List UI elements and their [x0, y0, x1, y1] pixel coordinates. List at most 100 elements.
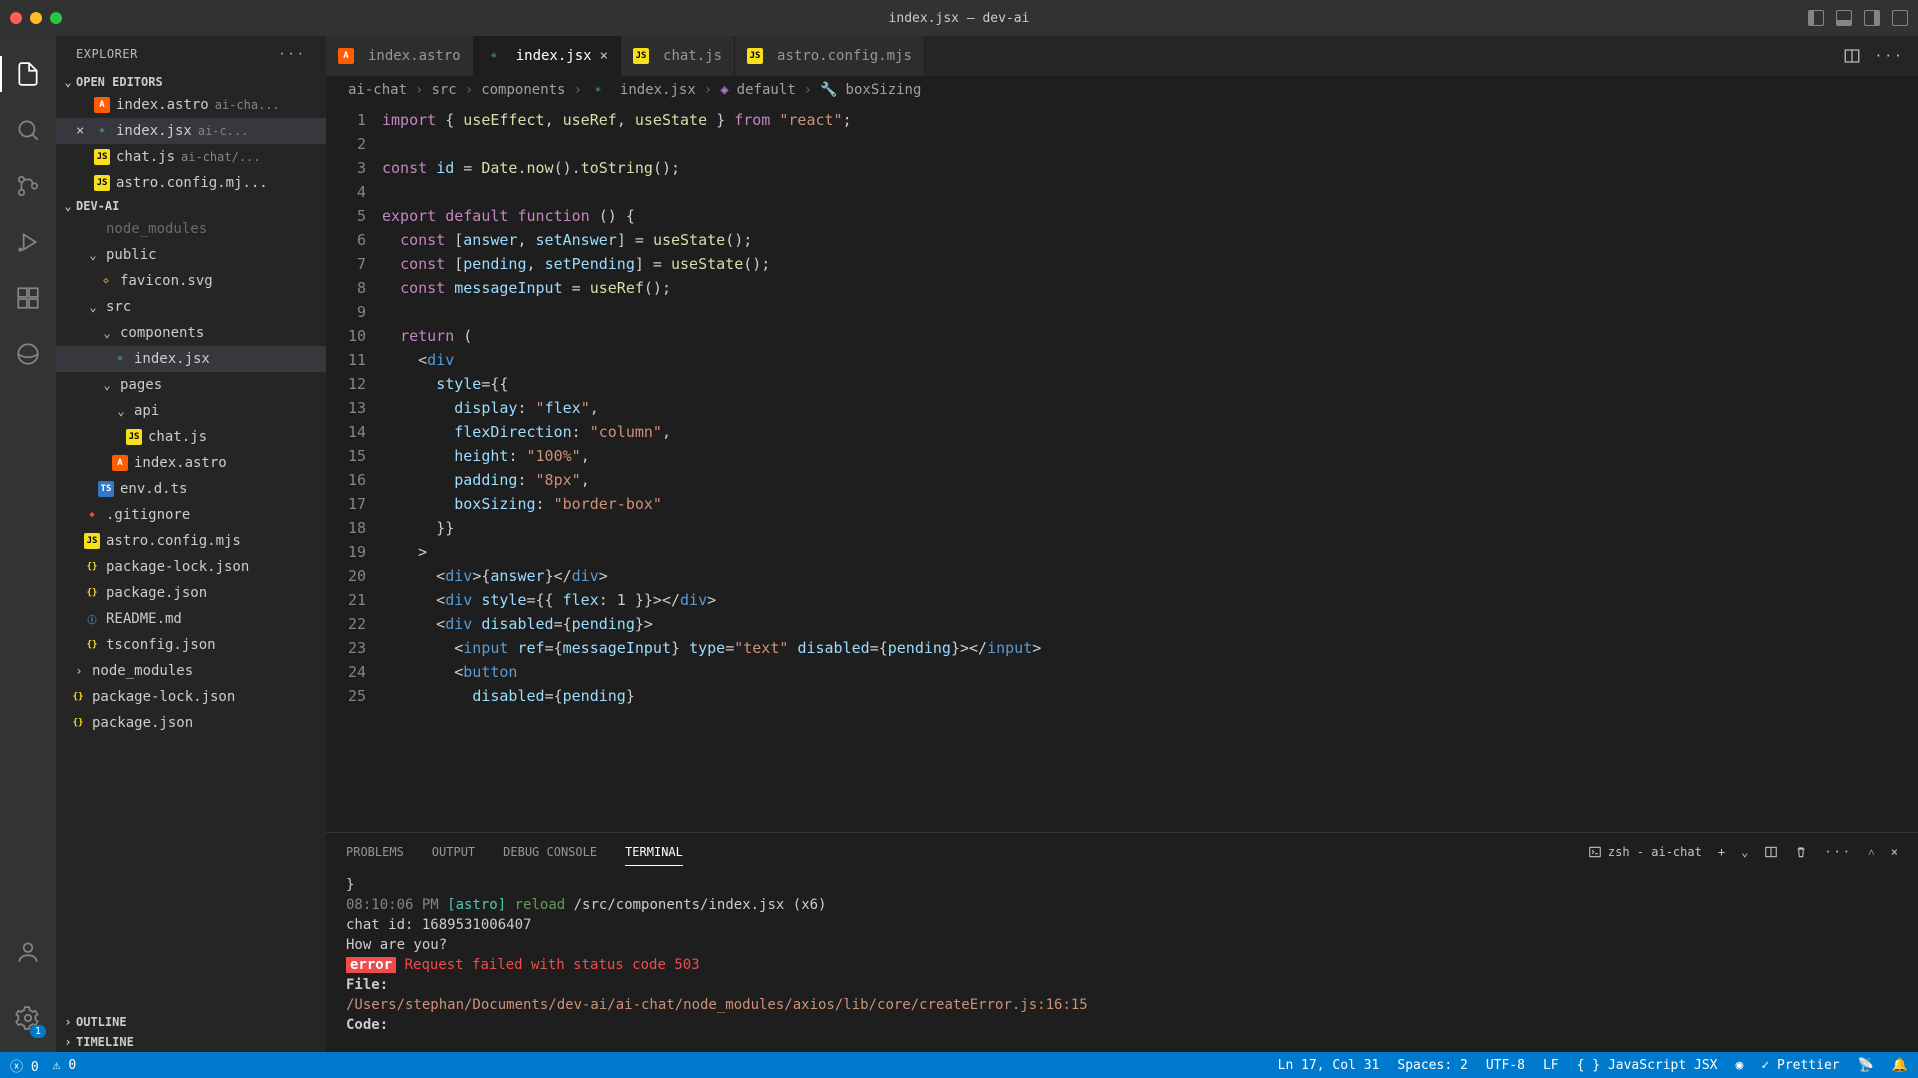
edge-tab[interactable] [0, 326, 56, 382]
customize-layout-icon[interactable] [1892, 10, 1908, 26]
outline-section[interactable]: › OUTLINE [56, 1012, 326, 1032]
chevron-icon: ⌄ [98, 378, 116, 392]
more-icon[interactable]: ··· [1875, 49, 1904, 64]
project-section[interactable]: ⌄ DEV-AI [56, 196, 326, 216]
close-window[interactable] [10, 12, 22, 24]
search-tab[interactable] [0, 102, 56, 158]
json-icon: {} [70, 689, 86, 705]
tree-item[interactable]: {}package-lock.json [56, 554, 326, 580]
open-editor-item[interactable]: JS chat.js ai-chat/... [56, 144, 326, 170]
feedback-icon[interactable]: 📡 [1858, 1058, 1874, 1073]
errors-status[interactable]: ⓧ 0 [10, 1056, 39, 1075]
prettier-status[interactable]: ✓ Prettier [1761, 1058, 1839, 1073]
cursor-position[interactable]: Ln 17, Col 31 [1278, 1058, 1380, 1073]
tree-item[interactable]: ◆.gitignore [56, 502, 326, 528]
tree-item[interactable]: ⚛index.jsx [56, 346, 326, 372]
js-icon: JS [633, 48, 649, 64]
tree-item[interactable]: JSchat.js [56, 424, 326, 450]
astro-icon: A [112, 455, 128, 471]
panel-tab-debug[interactable]: DEBUG CONSOLE [503, 839, 597, 865]
astro-icon: A [94, 97, 110, 113]
source-control-tab[interactable] [0, 158, 56, 214]
terminal-output[interactable]: } 08:10:06 PM [astro] reload /src/compon… [326, 871, 1918, 1052]
panel-tab-output[interactable]: OUTPUT [432, 839, 475, 865]
editor-tab[interactable]: ⚛index.jsx× [474, 36, 621, 76]
code-editor[interactable]: 1234567891011121314151617181920212223242… [326, 104, 1918, 832]
open-editor-item[interactable]: × ⚛ index.jsx ai-c... [56, 118, 326, 144]
editor-tab[interactable]: JSchat.js [621, 36, 735, 76]
panel-tabs: PROBLEMS OUTPUT DEBUG CONSOLE TERMINAL z… [326, 833, 1918, 871]
titlebar: index.jsx — dev-ai [0, 0, 1918, 36]
json-icon: {} [84, 585, 100, 601]
warnings-status[interactable]: ⚠ 0 [53, 1058, 76, 1073]
close-icon[interactable]: × [76, 123, 94, 139]
tree-item[interactable]: ⌄api [56, 398, 326, 424]
notifications-icon[interactable]: 🔔 [1892, 1058, 1908, 1073]
chevron-icon: ⌄ [112, 404, 130, 418]
layout-controls [1808, 10, 1908, 26]
code-content[interactable]: import { useEffect, useRef, useState } f… [382, 104, 1808, 832]
property-icon: 🔧 [820, 82, 837, 98]
ts-icon: TS [98, 481, 114, 497]
accounts-tab[interactable] [0, 924, 56, 980]
tree-item[interactable]: ⌄public [56, 242, 326, 268]
terminal-dropdown-icon[interactable]: ⌄ [1741, 845, 1748, 859]
open-editor-item[interactable]: JS astro.config.mj... [56, 170, 326, 196]
toggle-secondary-icon[interactable] [1864, 10, 1880, 26]
editor-tab[interactable]: Aindex.astro [326, 36, 474, 76]
json-icon: {} [84, 559, 100, 575]
explorer-tab[interactable] [0, 46, 56, 102]
run-debug-tab[interactable] [0, 214, 56, 270]
tree-item[interactable]: {}package.json [56, 580, 326, 606]
tree-item[interactable]: {}package.json [56, 710, 326, 736]
status-bar: ⓧ 0 ⚠ 0 Ln 17, Col 31 Spaces: 2 UTF-8 LF… [0, 1052, 1918, 1078]
tree-item[interactable]: Aindex.astro [56, 450, 326, 476]
tree-item[interactable]: TSenv.d.ts [56, 476, 326, 502]
open-editor-item[interactable]: A index.astro ai-cha... [56, 92, 326, 118]
js-icon: JS [126, 429, 142, 445]
close-panel-icon[interactable]: × [1891, 845, 1898, 859]
tree-item[interactable]: ›node_modules [56, 658, 326, 684]
panel-tab-problems[interactable]: PROBLEMS [346, 839, 404, 865]
tree-item[interactable]: ⓘREADME.md [56, 606, 326, 632]
encoding-status[interactable]: UTF-8 [1486, 1058, 1525, 1073]
language-status[interactable]: { } JavaScript JSX [1577, 1058, 1718, 1073]
tab-bar: Aindex.astro⚛index.jsx×JSchat.jsJSastro.… [326, 36, 1918, 76]
copilot-icon[interactable]: ◉ [1736, 1058, 1744, 1073]
tree-item[interactable]: ⌄src [56, 294, 326, 320]
toggle-sidebar-icon[interactable] [1808, 10, 1824, 26]
new-terminal-icon[interactable]: + [1718, 845, 1725, 859]
open-editors-section[interactable]: ⌄ OPEN EDITORS [56, 72, 326, 92]
kill-terminal-icon[interactable] [1794, 845, 1808, 859]
breadcrumb[interactable]: ai-chat› src› components› ⚛ index.jsx› ◈… [326, 76, 1918, 104]
timeline-section[interactable]: › TIMELINE [56, 1032, 326, 1052]
split-editor-icon[interactable] [1843, 47, 1861, 65]
tree-item[interactable]: ⌄components [56, 320, 326, 346]
more-icon[interactable]: ··· [278, 47, 306, 61]
indent-status[interactable]: Spaces: 2 [1397, 1058, 1467, 1073]
tree-item[interactable]: ◇favicon.svg [56, 268, 326, 294]
more-icon[interactable]: ··· [1824, 845, 1852, 859]
editor-tab[interactable]: JSastro.config.mjs [735, 36, 925, 76]
maximize-panel-icon[interactable]: ˄ [1868, 845, 1875, 860]
toggle-panel-icon[interactable] [1836, 10, 1852, 26]
json-icon: {} [84, 637, 100, 653]
tree-item[interactable]: {}tsconfig.json [56, 632, 326, 658]
svg-icon: ◇ [98, 273, 114, 289]
split-terminal-icon[interactable] [1764, 845, 1778, 859]
close-tab-icon[interactable]: × [600, 48, 608, 64]
maximize-window[interactable] [50, 12, 62, 24]
minimap[interactable] [1808, 104, 1918, 832]
eol-status[interactable]: LF [1543, 1058, 1559, 1073]
tree-item[interactable]: JSastro.config.mjs [56, 528, 326, 554]
tree-item[interactable]: {}package-lock.json [56, 684, 326, 710]
settings-tab[interactable]: 1 [0, 990, 56, 1046]
panel-tab-terminal[interactable]: TERMINAL [625, 839, 683, 866]
tree-item[interactable]: ⌄pages [56, 372, 326, 398]
json-icon: {} [70, 715, 86, 731]
terminal-shell[interactable]: zsh - ai-chat [1588, 845, 1702, 859]
tree-item[interactable]: node_modules [56, 216, 326, 242]
extensions-tab[interactable] [0, 270, 56, 326]
chevron-right-icon: › [62, 1035, 74, 1049]
minimize-window[interactable] [30, 12, 42, 24]
